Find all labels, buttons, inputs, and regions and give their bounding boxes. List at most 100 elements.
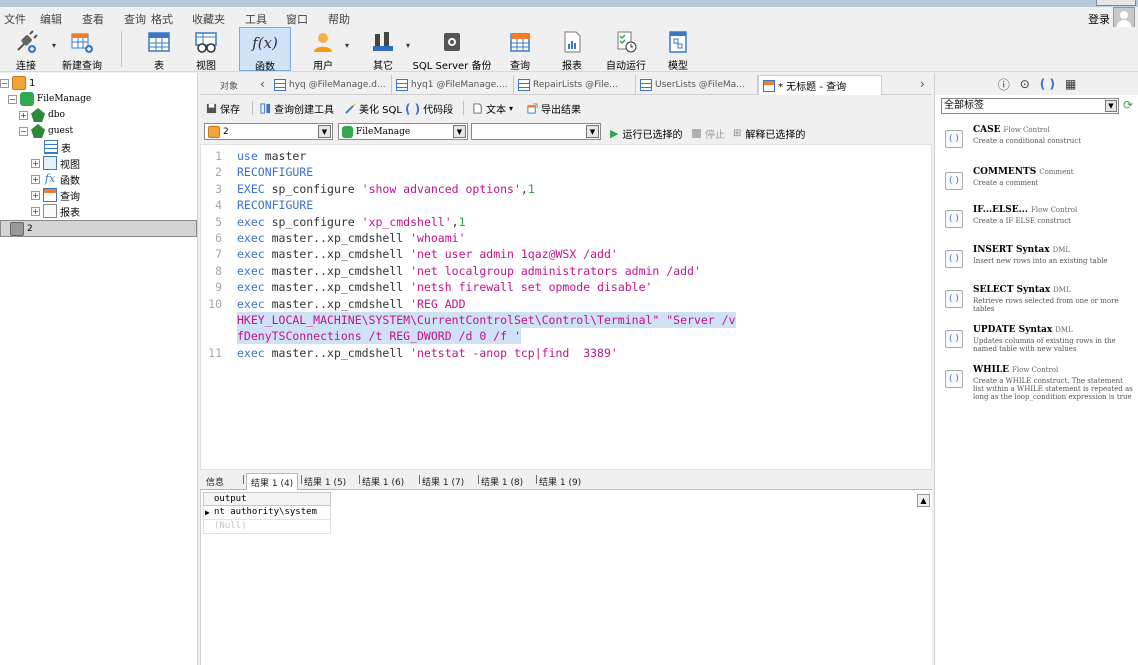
function-button[interactable]: f(x) 函数 [239, 27, 291, 73]
tab-result[interactable]: 结果 1 (7) [422, 475, 464, 488]
info-icon[interactable]: ⓘ [998, 76, 1010, 93]
code-line[interactable]: 10 exec master..xp_cmdshell 'REG ADD [201, 296, 465, 312]
tab-userlists[interactable]: UserLists @FileMa... [636, 75, 758, 95]
tab-scroll-right-icon[interactable]: › [920, 77, 925, 91]
code-line[interactable]: 11 exec master..xp_cmdshell 'netstat -ano… [201, 345, 618, 361]
explain-selected-button[interactable]: ⊞ 解释已选择的 [733, 126, 805, 141]
save-button[interactable]: 保存 [206, 101, 240, 116]
tab-result[interactable]: 结果 1 (6) [362, 475, 404, 488]
code-line[interactable]: 1 use master [201, 148, 306, 164]
code-snippet-button[interactable]: ( ) 代码段 [405, 101, 453, 117]
chevron-down-icon[interactable]: ▼ [1105, 100, 1117, 112]
chevron-down-icon[interactable]: ▼ [318, 125, 331, 138]
tree-schema-guest[interactable]: − guest [19, 123, 73, 139]
code-line[interactable]: HKEY_LOCAL_MACHINE\SYSTEM\CurrentControl… [201, 312, 736, 328]
chevron-down-icon[interactable]: ▼ [453, 125, 466, 138]
snippet-item[interactable]: ( ) INSERT Syntax DML Insert new rows into … [945, 245, 1135, 285]
tab-hyq[interactable]: hyq @FileManage.d... [270, 75, 392, 95]
chevron-down-icon[interactable]: ▼ [586, 125, 599, 138]
snippet-item[interactable]: ( ) IF...ELSE... Flow Control Create a IF E… [945, 205, 1135, 245]
tree-views[interactable]: + 视图 [31, 155, 80, 171]
snippet-item[interactable]: ( ) UPDATE Syntax DML Updates columns of ex… [945, 325, 1135, 365]
refresh-icon[interactable]: ⟳ [1123, 98, 1133, 112]
column-header-output[interactable]: output [203, 492, 331, 506]
preview-icon[interactable]: ⊙ [1020, 77, 1030, 91]
tree-tables[interactable]: 表 [44, 139, 71, 155]
code-line[interactable]: 9 exec master..xp_cmdshell 'netsh firewal… [201, 279, 652, 295]
auto-run-button[interactable]: 自动运行 [601, 27, 651, 72]
tree-functions[interactable]: + fx 函数 [31, 171, 80, 187]
code-line[interactable]: 8 exec master..xp_cmdshell 'net localgrou… [201, 263, 701, 279]
beautify-sql-button[interactable]: 美化 SQL [345, 101, 402, 116]
avatar-icon[interactable] [1113, 7, 1135, 29]
expand-icon[interactable]: + [19, 110, 28, 120]
database-select[interactable]: FileManage ▼ [338, 123, 468, 140]
code-line[interactable]: 6 exec master..xp_cmdshell 'whoami' [201, 230, 465, 246]
tree-database-filemanage[interactable]: − FileManage [8, 91, 91, 107]
snippet-item[interactable]: ( ) COMMENTS Comment Create a comment [945, 167, 1135, 207]
window-controls[interactable] [1096, 0, 1136, 6]
tree-reports[interactable]: + 报表 [31, 203, 80, 219]
collapse-icon[interactable]: − [0, 78, 9, 88]
other-button[interactable]: ▾ 其它 [360, 27, 410, 72]
code-line[interactable]: fDenyTSConnections /t REG_DWORD /d 0 /f … [201, 328, 521, 345]
snippet-item[interactable]: ( ) CASE Flow Control Create a conditional … [945, 125, 1135, 165]
run-selected-button[interactable]: ▶ 运行已选择的 [610, 126, 682, 141]
model-button[interactable]: 模型 [658, 27, 698, 72]
menu-window[interactable]: 窗口 [286, 11, 308, 27]
new-query-button[interactable]: 新建查询 [58, 27, 106, 72]
sqlserver-backup-button[interactable]: SQL Server 备份 [412, 27, 492, 72]
tab-result[interactable]: 结果 1 (9) [539, 475, 581, 488]
snippet-item[interactable]: ( ) WHILE Flow Control Create a WHILE const… [945, 365, 1135, 405]
expand-icon[interactable]: + [31, 206, 40, 216]
menu-query[interactable]: 查询 [124, 11, 146, 27]
export-result-button[interactable]: 导出结果 [527, 101, 581, 116]
tree-connection-1[interactable]: − 1 [0, 75, 35, 91]
snippet-filter-select[interactable]: 全部标签 ▼ [941, 98, 1119, 114]
tree-queries[interactable]: + 查询 [31, 187, 80, 203]
menu-edit[interactable]: 编辑 [40, 11, 62, 27]
menu-favorites[interactable]: 收藏夹 [192, 11, 225, 27]
menu-tools[interactable]: 工具 [245, 11, 267, 27]
result-grid[interactable]: output ▶ nt authority\system (Null) [203, 492, 331, 534]
tab-result[interactable]: 结果 1 (8) [481, 475, 523, 488]
menu-file[interactable]: 文件 [4, 11, 26, 27]
expand-icon[interactable]: + [31, 158, 40, 168]
report-button[interactable]: 报表 [552, 27, 592, 72]
sql-editor[interactable]: 1 use master 2 RECONFIGURE 3 EXEC sp_configur… [200, 144, 932, 470]
menu-format[interactable]: 格式 [151, 11, 173, 27]
grid-icon[interactable]: ▦ [1065, 77, 1076, 91]
tab-repairlists[interactable]: RepairLists @File... [514, 75, 636, 95]
tab-scroll-left-icon[interactable]: ‹ [260, 77, 265, 91]
connection-select[interactable]: 2 ▼ [204, 123, 333, 140]
menu-view[interactable]: 查看 [82, 11, 104, 27]
tree-schema-dbo[interactable]: + dbo [19, 107, 65, 123]
connect-button[interactable]: ▾ 连接 [4, 27, 56, 72]
snippet-icon[interactable]: ( ) [1040, 77, 1055, 91]
tab-untitled-query[interactable]: * 无标题 - 查询 [758, 75, 882, 95]
tab-result[interactable]: 结果 1 (5) [304, 475, 346, 488]
login-link[interactable]: 登录 [1088, 11, 1110, 27]
code-line[interactable]: 5 exec sp_configure 'xp_cmdshell',1 [201, 214, 465, 230]
scroll-up-icon[interactable]: ▲ [917, 494, 930, 507]
table-row[interactable]: (Null) [203, 520, 331, 534]
tab-objects[interactable]: 对象 [204, 75, 254, 95]
collapse-icon[interactable]: − [19, 126, 28, 136]
expand-icon[interactable]: + [31, 174, 40, 184]
code-line[interactable]: 3 EXEC sp_configure 'show advanced option… [201, 181, 535, 197]
expand-icon[interactable]: + [31, 190, 40, 200]
code-line[interactable]: 2 RECONFIGURE [201, 164, 313, 180]
code-line[interactable]: 7 exec master..xp_cmdshell 'net user admi… [201, 246, 618, 262]
schema-select[interactable]: ▼ [471, 123, 601, 140]
tab-result[interactable]: 结果 1 (4) [246, 473, 299, 490]
code-line[interactable]: 4 RECONFIGURE [201, 197, 313, 213]
table-button[interactable]: 表 [137, 27, 181, 72]
collapse-icon[interactable]: − [8, 94, 17, 104]
snippet-item[interactable]: ( ) SELECT Syntax DML Retrieve rows selecte… [945, 285, 1135, 325]
query-builder-button[interactable]: 查询创建工具 [260, 101, 334, 116]
table-row[interactable]: ▶ nt authority\system [203, 506, 331, 520]
view-button[interactable]: 视图 [186, 27, 226, 72]
stop-button[interactable]: 停止 [692, 126, 725, 141]
menu-help[interactable]: 帮助 [328, 11, 350, 27]
user-button[interactable]: ▾ 用户 [298, 27, 349, 72]
